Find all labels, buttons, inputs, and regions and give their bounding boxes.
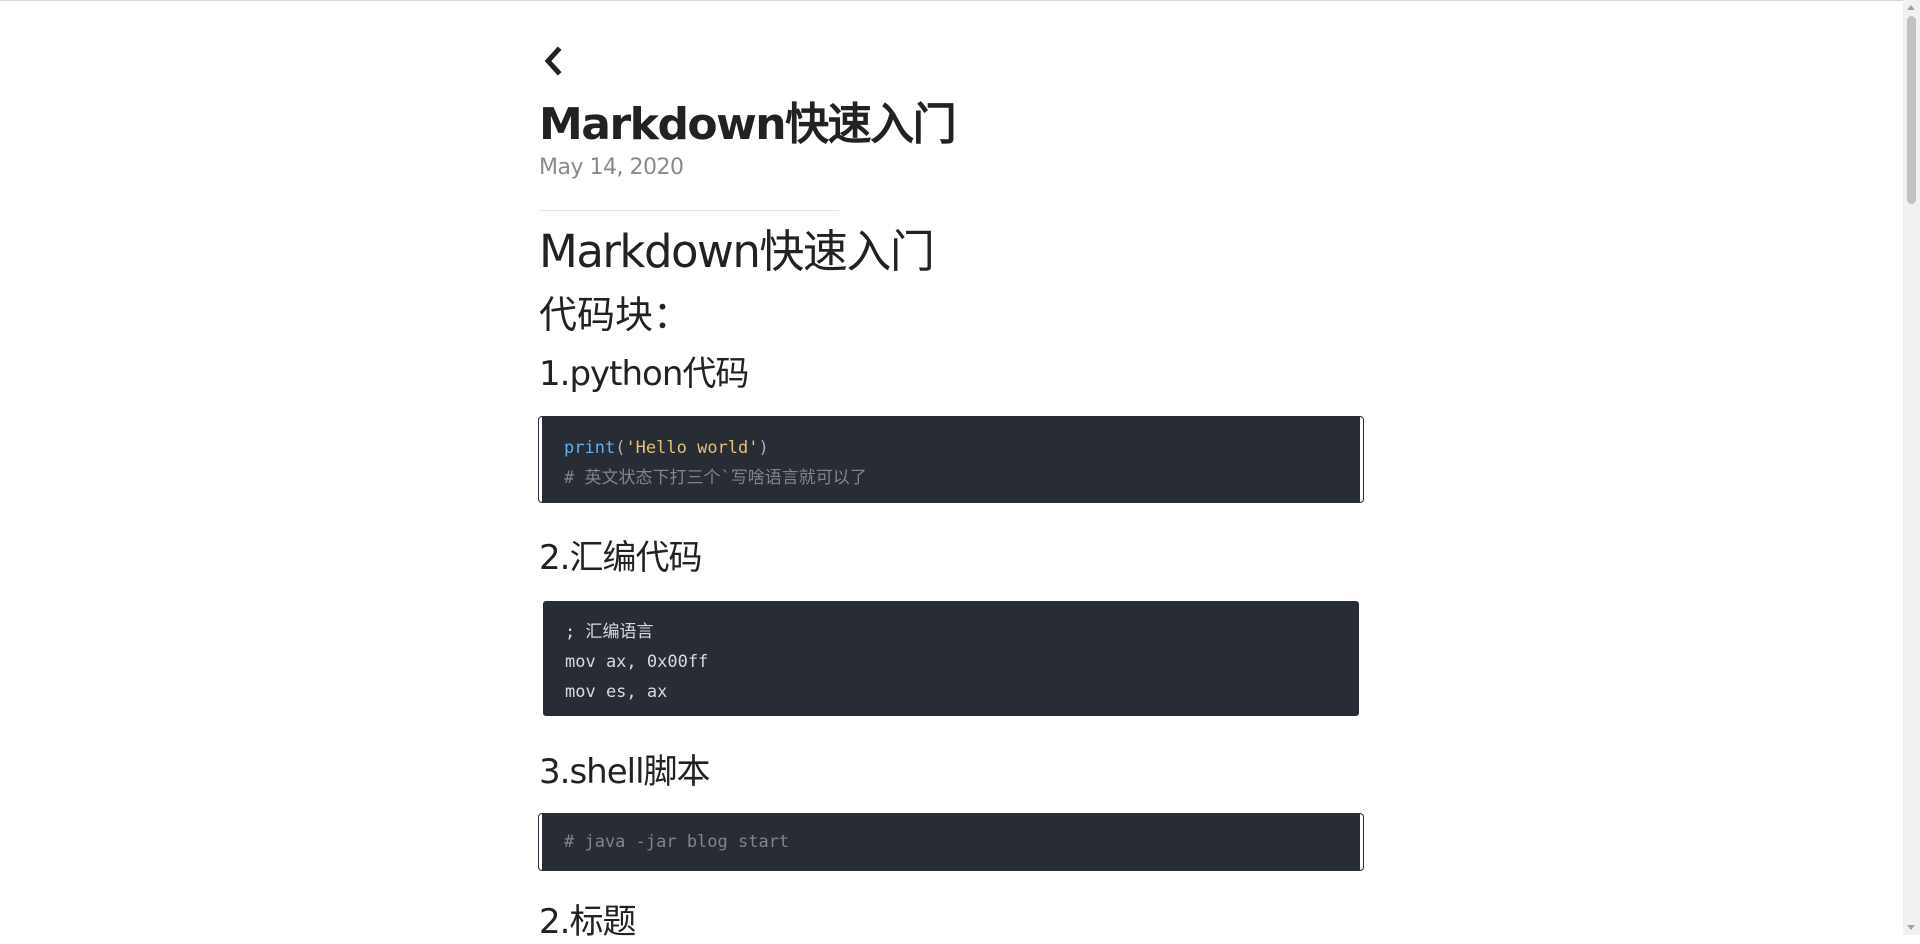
scroll-down-arrow-icon[interactable] (1907, 925, 1915, 930)
code-line: ; 汇编语言 (565, 622, 654, 642)
post-title: Markdown快速入门 (539, 99, 957, 150)
scrollbar-thumb[interactable] (1907, 16, 1916, 204)
code-block-shell[interactable]: # java -jar blog start (538, 813, 1364, 871)
code-line: mov ax, 0x00ff (565, 652, 709, 672)
top-border (0, 0, 1920, 1)
code-token-function: print (564, 438, 616, 458)
code-token-punctuation: ) (758, 438, 769, 458)
scroll-up-arrow-icon[interactable] (1907, 5, 1915, 10)
code-line: print('Hello world') (564, 433, 1340, 463)
back-link[interactable] (539, 46, 569, 76)
section-heading-titles: 2.标题 (539, 902, 636, 942)
code-block-python[interactable]: print('Hello world') # 英文状态下打三个`写啥语言就可以了 (538, 416, 1364, 503)
section-heading-python: 1.python代码 (539, 354, 749, 394)
section-heading-shell: 3.shell脚本 (539, 752, 711, 792)
article-heading-main: Markdown快速入门 (539, 225, 935, 278)
code-token-string: 'Hello world' (625, 438, 759, 458)
code-line: mov es, ax (565, 682, 668, 702)
code-token-punctuation: ( (615, 438, 626, 458)
post-date: May 14, 2020 (539, 155, 684, 180)
chevron-left-icon (539, 46, 569, 76)
code-block-assembly[interactable]: ; 汇编语言 mov ax, 0x00ff mov es, ax (543, 601, 1359, 716)
article-heading-code-blocks: 代码块： (539, 293, 692, 337)
title-divider (539, 210, 839, 211)
vertical-scrollbar[interactable] (1903, 0, 1920, 935)
section-heading-assembly: 2.汇编代码 (539, 538, 702, 578)
code-comment: # 英文状态下打三个`写啥语言就可以了 (564, 468, 867, 488)
code-comment: # java -jar blog start (564, 832, 790, 852)
